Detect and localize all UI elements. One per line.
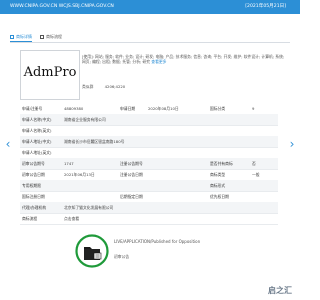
row-label: 申请人名称(中文) (22, 117, 52, 122)
row-label: 专用权期限 (22, 183, 41, 188)
row-value: 湖南省企业服务有限公司 (64, 117, 106, 122)
row-label: 申请人名称(英文) (22, 128, 52, 133)
row-value: 48809380 (64, 106, 84, 111)
tab-trademark-details[interactable]: 商标详情 (10, 32, 32, 42)
row-label: 优先权日期 (210, 194, 229, 199)
row-value: 2020年08月10日 (148, 106, 179, 111)
next-arrow-icon[interactable]: › (288, 138, 296, 150)
site-url[interactable]: WWW.CNIPA.GOV.CN WCJS.SBJ.CNIPA.GOV.CN (10, 0, 114, 14)
trademark-detail-page: WWW.CNIPA.GOV.CN WCJS.SBJ.CNIPA.GOV.CN [… (0, 0, 300, 300)
trademark-image: AdmPro (20, 50, 80, 100)
tab-label: 商标详情 (16, 34, 32, 39)
row-label: 国际分类 (210, 106, 226, 111)
row-value: 北京知了猫文化发展有限公司 (64, 205, 114, 210)
top-bar: WWW.CNIPA.GOV.CN WCJS.SBJ.CNIPA.GOV.CN [… (0, 0, 300, 14)
tab-trademark-process[interactable]: 商标流程 (40, 32, 62, 41)
row-label: 注册公告日期 (120, 172, 143, 177)
row-label: 初审公告日期 (22, 172, 45, 177)
prev-arrow-icon[interactable]: ‹ (4, 138, 12, 150)
row-value: 湖南省长沙市岳麓区银盆南路180号 (64, 139, 125, 144)
row-label: 申请人地址(中文) (22, 139, 52, 144)
goods-services-value: [使用]: 网站; 服务; 软件; 业务; 设计; 研发; 电脑; 产品; 技术… (82, 54, 285, 64)
row-value: 2021年06月13日 (64, 172, 95, 177)
row-label: 申请/注册号 (22, 106, 43, 111)
trademark-text: AdmPro (23, 65, 77, 80)
status-subtext: 初审公告 (114, 254, 130, 259)
row-label: 后期指定日期 (120, 194, 143, 199)
watermark: 启之汇 (268, 286, 292, 295)
flow-icon (40, 34, 44, 39)
more-link[interactable]: 查看更多 (151, 59, 166, 64)
status-icon (75, 234, 109, 268)
row-label: 代理/办理机构 (22, 205, 47, 210)
apply-date: [2021年05月21日] (245, 4, 286, 9)
row-label: 注册公告期号 (120, 161, 143, 166)
row-value: 否 (252, 161, 256, 166)
document-icon (10, 34, 14, 39)
row-value: 9 (252, 106, 255, 111)
row-label: 是否共有商标 (210, 161, 233, 166)
row-label: 申请人地址(英文) (22, 150, 52, 155)
row-value: 1747 (64, 161, 74, 166)
similar-group-line: 类似群 4206;4220 (82, 84, 125, 90)
tab-bar: 商标详情 商标流程 (10, 32, 290, 43)
similar-group-label: 类似群 (82, 84, 94, 89)
similar-group-value: 4206;4220 (104, 84, 126, 89)
goods-services-text: [使用]: 网站; 服务; 软件; 业务; 设计; 研发; 电脑; 产品; 技术… (82, 54, 288, 64)
row-label: 申请日期 (120, 106, 136, 111)
row-label: 国际注册日期 (22, 194, 45, 199)
view-process-link[interactable]: 点击查看 (64, 213, 124, 224)
row-label: 商标类型 (210, 172, 226, 177)
status-text: LIVE/APPLICATION/Published for Oppositio… (114, 239, 201, 244)
row-label: 初审公告期号 (22, 161, 45, 166)
row-value: 一般 (252, 172, 260, 177)
row-label: 商标流程 (22, 216, 38, 221)
table-row: 商标流程 点击查看 (20, 213, 278, 225)
row-label: 商标形式 (210, 183, 226, 188)
tab-label: 商标流程 (46, 34, 62, 39)
